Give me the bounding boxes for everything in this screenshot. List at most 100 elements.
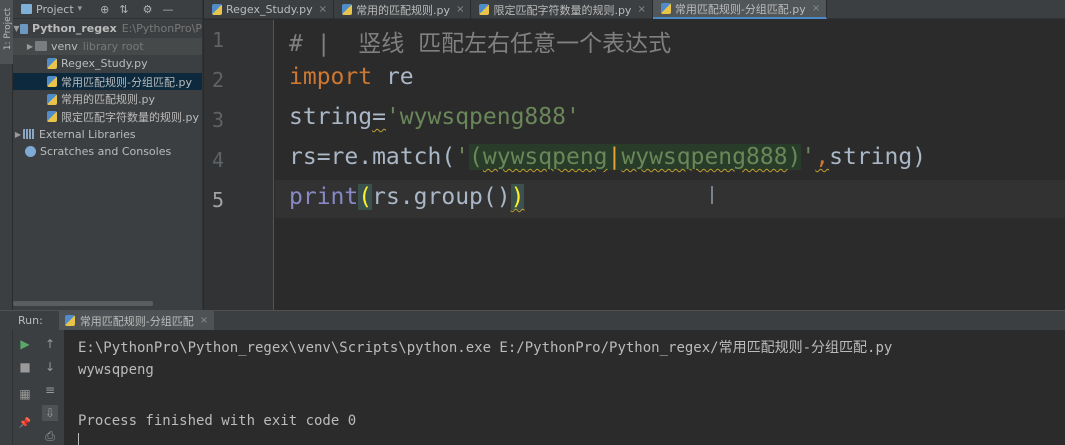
collapsed-arrow-icon[interactable]: ▶	[25, 42, 35, 51]
regex-alt-2: wywsqpeng888	[621, 144, 788, 170]
project-view-selector[interactable]: Project	[36, 3, 74, 16]
minimize-icon[interactable]: —	[162, 3, 173, 16]
line-number: 3	[211, 108, 224, 132]
run-panel-header: Run: 常用匹配规则-分组匹配 ×	[0, 310, 1065, 331]
console-output: wywsqpeng	[78, 362, 154, 378]
code-line-4[interactable]: rs=re.match('(wywsqpeng|wywsqpeng888)',s…	[289, 144, 926, 170]
run-console[interactable]: E:\PythonPro\Python_regex\venv\Scripts\p…	[64, 330, 1065, 445]
python-file-icon	[47, 58, 57, 70]
gear-icon[interactable]: ⚙	[143, 3, 153, 16]
collapsed-arrow-icon[interactable]: ▶	[13, 130, 23, 139]
close-icon[interactable]: ×	[319, 4, 327, 15]
project-tool-tab-label: 1: Project	[3, 7, 13, 51]
crosshair-icon[interactable]: ⊕	[100, 3, 109, 16]
tab-label: 常用匹配规则-分组匹配.py	[674, 2, 806, 16]
code-line-5[interactable]: print(rs.group())	[289, 184, 525, 210]
down-icon[interactable]: ↓	[42, 359, 58, 375]
tab-group-match[interactable]: 常用匹配规则-分组匹配.py ×	[652, 0, 828, 19]
line-number: 2	[211, 68, 224, 92]
tab-regex-study[interactable]: Regex_Study.py ×	[204, 0, 335, 19]
console-exit-message: Process finished with exit code 0	[78, 413, 357, 429]
tree-item-external-libraries[interactable]: ▶ External Libraries	[13, 126, 202, 144]
soft-wrap-icon[interactable]: ≡	[42, 382, 58, 398]
comment-hash: #	[289, 31, 303, 57]
tree-item-label: venv	[51, 39, 78, 53]
run-toolbar: ▶ ↑ ■ ↓ ▦ ≡ ⇩ 📌 ⎙	[0, 330, 64, 445]
code-line-1[interactable]: # | 竖线 匹配左右任意一个表达式	[289, 24, 671, 58]
expanded-arrow-icon[interactable]: ▼	[13, 24, 20, 33]
tree-item-file[interactable]: 限定匹配字符数量的规则.py	[13, 108, 202, 126]
tree-item-file[interactable]: Regex_Study.py	[13, 55, 202, 73]
mouse-text-cursor	[711, 186, 713, 204]
close-icon[interactable]: ×	[200, 315, 208, 326]
tree-item-file[interactable]: 常用的匹配规则.py	[13, 90, 202, 108]
tab-label: 限定匹配字符数量的规则.py	[493, 3, 632, 17]
tree-item-venv[interactable]: ▶ venv library root	[13, 37, 202, 56]
tab-label: 常用的匹配规则.py	[356, 3, 451, 17]
horizontal-scrollbar[interactable]	[13, 301, 153, 306]
folder-icon	[35, 41, 47, 52]
rerun-icon[interactable]: ▶	[17, 336, 33, 352]
code-line-2[interactable]: import re	[289, 64, 414, 90]
scratches-icon	[25, 146, 36, 158]
pin-icon[interactable]: 📌	[17, 416, 33, 432]
collapse-icon[interactable]: ⇅	[119, 3, 128, 16]
up-icon[interactable]: ↑	[42, 336, 58, 352]
close-icon[interactable]: ×	[637, 4, 645, 15]
line-number-current: 5	[211, 188, 224, 212]
python-file-icon	[212, 4, 222, 15]
tree-item-label: 常用的匹配规则.py	[61, 93, 155, 107]
run-tab-label: 常用匹配规则-分组匹配	[79, 314, 194, 328]
tab-common-rules[interactable]: 常用的匹配规则.py ×	[334, 0, 472, 19]
chevron-down-icon[interactable]: ▾	[78, 4, 83, 14]
project-icon	[21, 4, 32, 14]
line-number: 1	[211, 28, 224, 52]
assign-operator: =	[372, 104, 386, 130]
print-icon[interactable]: ⎙	[42, 428, 58, 444]
python-file-icon	[47, 111, 57, 123]
python-file-icon	[342, 4, 353, 15]
tree-item-scratches[interactable]: Scratches and Consoles	[13, 143, 202, 161]
tree-item-label: 常用匹配规则-分组匹配.py	[61, 75, 192, 89]
python-file-icon	[479, 4, 490, 15]
editor-tabs: Regex_Study.py × 常用的匹配规则.py × 限定匹配字符数量的规…	[204, 0, 1065, 19]
comment-bar: |	[316, 31, 331, 57]
close-icon[interactable]: ×	[812, 3, 820, 14]
tree-root-label: Python_regex	[31, 22, 117, 36]
code-line-3[interactable]: string='wywsqpeng888'	[289, 104, 580, 130]
library-icon	[23, 129, 35, 140]
tree-item-label: 限定匹配字符数量的规则.py	[61, 110, 199, 124]
scroll-to-end-icon[interactable]: ⇩	[42, 405, 58, 421]
project-panel: Project ▾ ⊕ ⇅ ⚙ — ▼ Python_regex E:\Pyth…	[13, 0, 203, 310]
stop-icon[interactable]: ■	[17, 359, 33, 375]
left-tool-strip: 1: Project	[0, 0, 13, 310]
run-tab[interactable]: 常用匹配规则-分组匹配 ×	[58, 310, 215, 331]
tree-root-python-regex[interactable]: ▼ Python_regex E:\PythonPro\P	[13, 20, 202, 38]
line-number: 4	[211, 148, 224, 172]
tab-quantifier-rules[interactable]: 限定匹配字符数量的规则.py ×	[471, 0, 653, 19]
builtin-print: print	[289, 184, 359, 210]
module-name: re	[385, 64, 414, 90]
tree-item-label: Scratches and Consoles	[40, 145, 172, 159]
comma: ,	[815, 144, 830, 170]
project-tool-tab[interactable]: 1: Project	[0, 0, 13, 64]
python-file-icon	[47, 76, 57, 88]
paren-close-highlighted: )	[510, 184, 525, 210]
string-quote-open: '	[455, 144, 470, 170]
code-area[interactable]: # | 竖线 匹配左右任意一个表达式 import re string='wyw…	[275, 20, 1065, 310]
close-icon[interactable]: ×	[456, 4, 464, 15]
string-literal: 'wywsqpeng888'	[385, 104, 580, 130]
layout-icon[interactable]: ▦	[17, 386, 33, 402]
tree-item-file-selected[interactable]: 常用匹配规则-分组匹配.py	[13, 72, 202, 91]
python-file-icon	[47, 93, 57, 105]
python-file-icon	[660, 3, 671, 14]
keyword-import: import	[289, 64, 373, 90]
code-editor[interactable]: 1 2 3 4 5 # | 竖线 匹配左右任意一个表达式 import re s…	[204, 20, 1065, 310]
tree-root-path: E:\PythonPro\P	[121, 22, 202, 36]
console-command: E:\PythonPro\Python_regex\venv\Scripts\p…	[78, 340, 893, 356]
run-label: Run:	[18, 314, 43, 327]
regex-alt-1: wywsqpeng	[482, 144, 608, 170]
call-expression: rs.group()	[372, 184, 511, 210]
comment-text: 竖线 匹配左右任意一个表达式	[358, 31, 672, 57]
tab-label: Regex_Study.py	[226, 3, 313, 16]
